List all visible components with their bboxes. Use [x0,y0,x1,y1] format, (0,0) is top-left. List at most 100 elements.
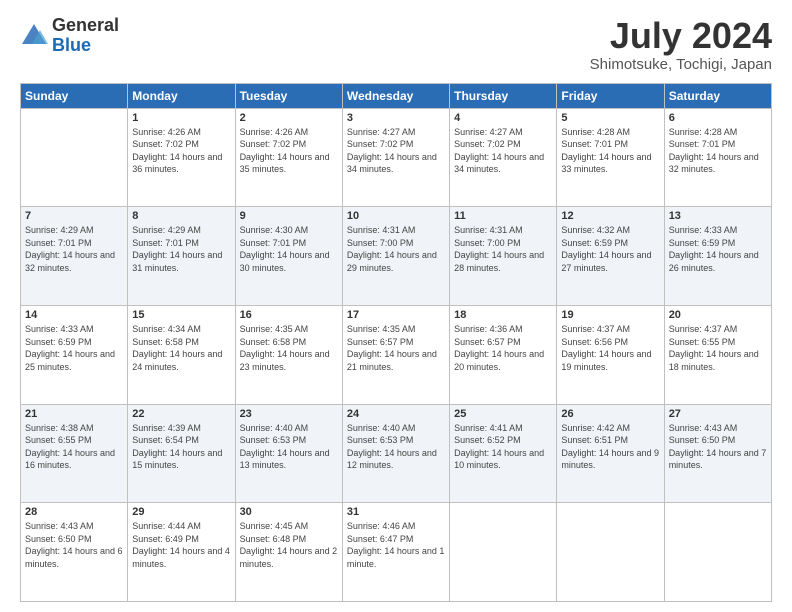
day-info: Sunrise: 4:29 AMSunset: 7:01 PMDaylight:… [132,224,230,274]
calendar-cell-w2-d2: 8Sunrise: 4:29 AMSunset: 7:01 PMDaylight… [128,207,235,306]
calendar-cell-w1-d7: 6 Sunrise: 4:28 AMSunset: 7:01 PMDaylight… [664,108,771,207]
calendar-cell-w5-d1: 28Sunrise: 4:43 AMSunset: 6:50 PMDayligh… [21,503,128,602]
calendar-cell-w5-d4: 31 Sunrise: 4:46 AMSunset: 6:47 PMDayligh… [342,503,449,602]
day-number: 12 [561,210,659,222]
day-info: Sunrise: 4:37 AMSunset: 6:55 PMDaylight:… [669,323,767,373]
month-title: July 2024 [590,16,772,56]
day-number: 26 [561,408,659,420]
day-number: 7 [25,210,123,222]
day-number: 16 [240,309,338,321]
day-info: Sunrise: 4:45 AMSunset: 6:48 PMDaylight:… [240,520,338,570]
day-info: Sunrise: 4:33 AMSunset: 6:59 PMDaylight:… [669,224,767,274]
page: General Blue July 2024 Shimotsuke, Tochi… [0,0,792,612]
header-thursday: Thursday [450,83,557,108]
calendar-week-3: 14Sunrise: 4:33 AMSunset: 6:59 PMDayligh… [21,305,772,404]
day-info: Sunrise: 4:31 AMSunset: 7:00 PMDaylight:… [347,224,445,274]
calendar-cell-w1-d1 [21,108,128,207]
day-info: Sunrise: 4:46 AMSunset: 6:47 PMDaylight:… [347,520,445,570]
calendar: Sunday Monday Tuesday Wednesday Thursday… [20,83,772,602]
day-info: Sunrise: 4:27 AMSunset: 7:02 PMDaylight:… [347,126,445,176]
day-number: 2 [240,112,338,124]
day-info: Sunrise: 4:35 AMSunset: 6:57 PMDaylight:… [347,323,445,373]
day-info: Sunrise: 4:40 AMSunset: 6:53 PMDaylight:… [240,422,338,472]
day-info: Sunrise: 4:26 AMSunset: 7:02 PMDaylight:… [240,126,338,176]
day-info: Sunrise: 4:30 AMSunset: 7:01 PMDaylight:… [240,224,338,274]
day-info: Sunrise: 4:36 AMSunset: 6:57 PMDaylight:… [454,323,552,373]
logo-text: General Blue [52,16,119,56]
day-info: Sunrise: 4:28 AMSunset: 7:01 PMDaylight:… [561,126,659,176]
day-number: 11 [454,210,552,222]
day-number: 22 [132,408,230,420]
day-number: 5 [561,112,659,124]
day-number: 18 [454,309,552,321]
calendar-cell-w1-d6: 5 Sunrise: 4:28 AMSunset: 7:01 PMDaylight… [557,108,664,207]
day-number: 3 [347,112,445,124]
calendar-cell-w4-d5: 25 Sunrise: 4:41 AMSunset: 6:52 PMDayligh… [450,404,557,503]
day-number: 9 [240,210,338,222]
day-number: 31 [347,506,445,518]
calendar-week-2: 7 Sunrise: 4:29 AMSunset: 7:01 PMDaylight… [21,207,772,306]
header-wednesday: Wednesday [342,83,449,108]
logo-blue: Blue [52,36,119,56]
calendar-cell-w4-d3: 23Sunrise: 4:40 AMSunset: 6:53 PMDayligh… [235,404,342,503]
day-info: Sunrise: 4:31 AMSunset: 7:00 PMDaylight:… [454,224,552,274]
day-info: Sunrise: 4:32 AMSunset: 6:59 PMDaylight:… [561,224,659,274]
day-info: Sunrise: 4:37 AMSunset: 6:56 PMDaylight:… [561,323,659,373]
calendar-cell-w3-d5: 18 Sunrise: 4:36 AMSunset: 6:57 PMDayligh… [450,305,557,404]
day-info: Sunrise: 4:28 AMSunset: 7:01 PMDaylight:… [669,126,767,176]
calendar-cell-w5-d7 [664,503,771,602]
day-info: Sunrise: 4:34 AMSunset: 6:58 PMDaylight:… [132,323,230,373]
day-info: Sunrise: 4:29 AMSunset: 7:01 PMDaylight:… [25,224,123,274]
day-info: Sunrise: 4:33 AMSunset: 6:59 PMDaylight:… [25,323,123,373]
calendar-cell-w4-d1: 21 Sunrise: 4:38 AMSunset: 6:55 PMDayligh… [21,404,128,503]
header-tuesday: Tuesday [235,83,342,108]
calendar-cell-w4-d4: 24 Sunrise: 4:40 AMSunset: 6:53 PMDayligh… [342,404,449,503]
header-friday: Friday [557,83,664,108]
day-number: 17 [347,309,445,321]
calendar-cell-w4-d2: 22 Sunrise: 4:39 AMSunset: 6:54 PMDayligh… [128,404,235,503]
header-saturday: Saturday [664,83,771,108]
day-info: Sunrise: 4:35 AMSunset: 6:58 PMDaylight:… [240,323,338,373]
day-number: 24 [347,408,445,420]
calendar-cell-w5-d5 [450,503,557,602]
day-info: Sunrise: 4:26 AMSunset: 7:02 PMDaylight:… [132,126,230,176]
calendar-cell-w2-d6: 12 Sunrise: 4:32 AMSunset: 6:59 PMDayligh… [557,207,664,306]
logo-general: General [52,16,119,36]
calendar-cell-w3-d6: 19Sunrise: 4:37 AMSunset: 6:56 PMDayligh… [557,305,664,404]
day-number: 28 [25,506,123,518]
calendar-week-4: 21 Sunrise: 4:38 AMSunset: 6:55 PMDayligh… [21,404,772,503]
calendar-cell-w4-d7: 27 Sunrise: 4:43 AMSunset: 6:50 PMDayligh… [664,404,771,503]
calendar-cell-w2-d3: 9 Sunrise: 4:30 AMSunset: 7:01 PMDaylight… [235,207,342,306]
day-info: Sunrise: 4:38 AMSunset: 6:55 PMDaylight:… [25,422,123,472]
day-number: 4 [454,112,552,124]
calendar-cell-w1-d2: 1Sunrise: 4:26 AMSunset: 7:02 PMDaylight… [128,108,235,207]
location-title: Shimotsuke, Tochigi, Japan [590,56,772,73]
day-number: 21 [25,408,123,420]
calendar-cell-w3-d4: 17 Sunrise: 4:35 AMSunset: 6:57 PMDayligh… [342,305,449,404]
day-info: Sunrise: 4:40 AMSunset: 6:53 PMDaylight:… [347,422,445,472]
day-info: Sunrise: 4:41 AMSunset: 6:52 PMDaylight:… [454,422,552,472]
header: General Blue July 2024 Shimotsuke, Tochi… [20,16,772,73]
day-info: Sunrise: 4:42 AMSunset: 6:51 PMDaylight:… [561,422,659,472]
day-info: Sunrise: 4:27 AMSunset: 7:02 PMDaylight:… [454,126,552,176]
calendar-cell-w3-d7: 20Sunrise: 4:37 AMSunset: 6:55 PMDayligh… [664,305,771,404]
day-number: 29 [132,506,230,518]
calendar-header-row: Sunday Monday Tuesday Wednesday Thursday… [21,83,772,108]
day-info: Sunrise: 4:39 AMSunset: 6:54 PMDaylight:… [132,422,230,472]
logo-icon [20,22,48,50]
day-number: 27 [669,408,767,420]
header-monday: Monday [128,83,235,108]
calendar-week-5: 28Sunrise: 4:43 AMSunset: 6:50 PMDayligh… [21,503,772,602]
calendar-cell-w1-d4: 3 Sunrise: 4:27 AMSunset: 7:02 PMDaylight… [342,108,449,207]
calendar-cell-w3-d2: 15 Sunrise: 4:34 AMSunset: 6:58 PMDayligh… [128,305,235,404]
day-info: Sunrise: 4:43 AMSunset: 6:50 PMDaylight:… [669,422,767,472]
day-number: 25 [454,408,552,420]
header-sunday: Sunday [21,83,128,108]
day-number: 10 [347,210,445,222]
title-block: July 2024 Shimotsuke, Tochigi, Japan [590,16,772,73]
calendar-week-1: 1Sunrise: 4:26 AMSunset: 7:02 PMDaylight… [21,108,772,207]
day-number: 15 [132,309,230,321]
calendar-cell-w5-d3: 30Sunrise: 4:45 AMSunset: 6:48 PMDayligh… [235,503,342,602]
day-number: 6 [669,112,767,124]
calendar-cell-w1-d3: 2 Sunrise: 4:26 AMSunset: 7:02 PMDaylight… [235,108,342,207]
